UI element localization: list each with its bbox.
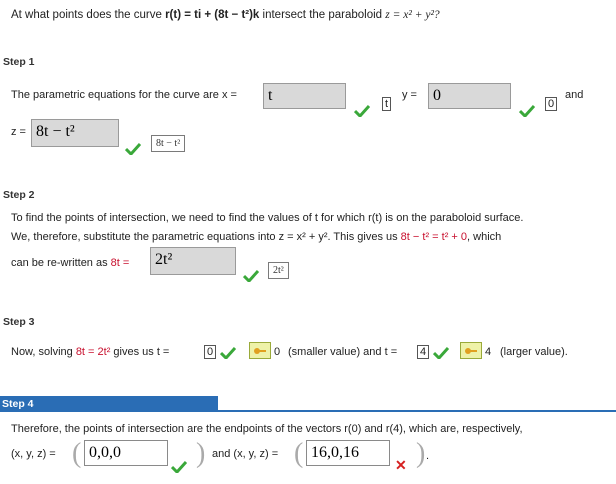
check-icon xyxy=(354,105,370,117)
step3-text-a: Now, solving xyxy=(11,346,76,358)
step3-text-d: (smaller value) and t = xyxy=(288,346,398,358)
y-preview: 0 xyxy=(545,97,558,111)
step2-label: Step 2 xyxy=(3,189,35,201)
open-paren: ( xyxy=(72,438,82,469)
step2-line1: To find the points of intersection, we n… xyxy=(11,212,524,224)
close-paren: ) xyxy=(196,438,206,469)
check-icon xyxy=(519,105,535,117)
x-preview: t xyxy=(382,97,392,111)
y-input[interactable]: 0 xyxy=(428,83,511,109)
question-mid: intersect the paraboloid xyxy=(262,9,383,21)
t1-key-value: 0 xyxy=(274,346,281,358)
question-lead: At what points does the curve xyxy=(11,9,162,21)
question-curve: r(t) = ti + (8t − t²)k xyxy=(165,9,260,21)
step1-sentence: The parametric equations for the curve a… xyxy=(11,89,237,101)
and-text: and xyxy=(565,89,584,101)
key-icon[interactable] xyxy=(460,342,482,359)
z-preview: 8t − t² xyxy=(151,135,186,152)
step3-equation: 8t = 2t² xyxy=(75,346,111,358)
close-paren: ) xyxy=(416,438,426,469)
check-icon xyxy=(125,143,141,155)
step2-line3: can be re-written as 8t = xyxy=(11,257,129,269)
step2-equation: 8t − t² = t² + 0 xyxy=(400,231,468,243)
y-label: y = xyxy=(402,89,417,101)
step3-label: Step 3 xyxy=(3,316,35,328)
check-icon xyxy=(220,347,236,359)
point2-input[interactable]: 16,0,16 xyxy=(306,440,390,466)
step2-preview: 2t² xyxy=(268,262,289,279)
step2-line2a: We, therefore, substitute the parametric… xyxy=(11,231,401,243)
z-label: z = xyxy=(11,126,26,138)
step1-label: Step 1 xyxy=(3,56,35,68)
key-icon[interactable] xyxy=(249,342,271,359)
step2-line3a: can be re-written as xyxy=(11,257,111,269)
question-surface: z = x² + y²? xyxy=(385,9,440,21)
open-paren: ( xyxy=(294,438,304,469)
xyz-label-1: (x, y, z) = xyxy=(11,448,56,460)
check-icon xyxy=(171,461,187,473)
check-icon xyxy=(243,270,259,282)
step3-text-c: gives us t = xyxy=(110,346,170,358)
period: . xyxy=(426,450,430,462)
question: At what points does the curve r(t) = ti … xyxy=(11,9,440,21)
x-input[interactable]: t xyxy=(263,83,346,109)
point1-input[interactable]: 0,0,0 xyxy=(84,440,168,466)
step4-line1: Therefore, the points of intersection ar… xyxy=(11,423,523,435)
check-icon xyxy=(433,347,449,359)
cross-icon: ✕ xyxy=(395,457,407,473)
z-input[interactable]: 8t − t² xyxy=(31,119,119,147)
step4-label: Step 4 xyxy=(0,396,218,411)
t1-input[interactable]: 0 xyxy=(204,345,217,359)
and-xyz-label: and (x, y, z) = xyxy=(212,448,279,460)
step2-input[interactable]: 2t² xyxy=(150,247,236,275)
step2-line2: We, therefore, substitute the parametric… xyxy=(11,231,501,243)
step3-text-e: (larger value). xyxy=(500,346,568,358)
step3-text: Now, solving 8t = 2t² gives us t = xyxy=(11,346,169,358)
t2-key-value: 4 xyxy=(485,346,492,358)
t2-input[interactable]: 4 xyxy=(417,345,430,359)
step2-line2c: , which xyxy=(467,231,502,243)
step2-lhs: 8t = xyxy=(110,257,130,269)
